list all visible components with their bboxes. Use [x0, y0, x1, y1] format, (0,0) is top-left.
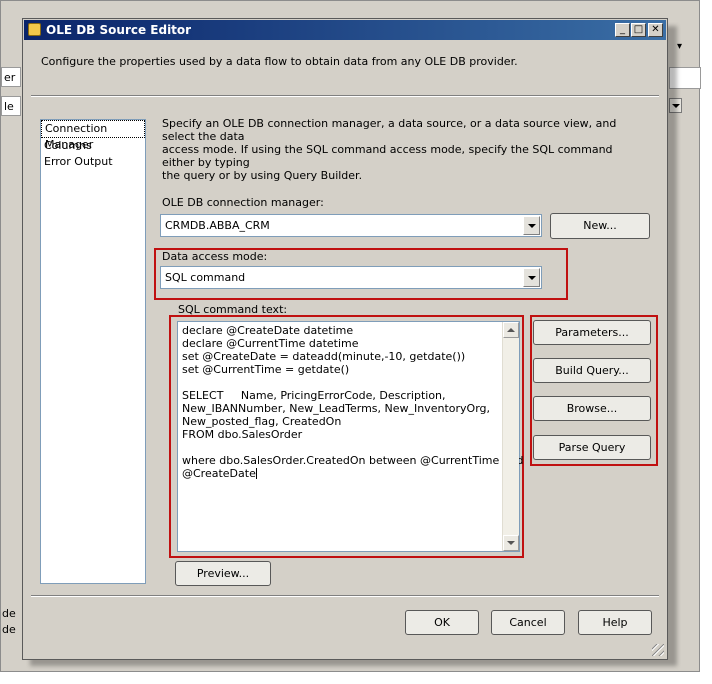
chevron-down-icon: [528, 276, 536, 280]
instructions-line: Specify an OLE DB connection manager, a …: [162, 117, 617, 143]
sql-line: FROM dbo.SalesOrder: [182, 428, 303, 441]
sql-line: declare @CurrentTime datetime: [182, 337, 359, 350]
data-access-mode-value: SQL command: [165, 271, 246, 284]
sql-command-textarea[interactable]: declare @CreateDate datetime declare @Cu…: [177, 321, 524, 552]
parameters-button[interactable]: Parameters...: [533, 320, 651, 345]
data-access-mode-select[interactable]: SQL command: [160, 266, 542, 289]
footer-divider: [31, 595, 659, 597]
sql-line: [182, 376, 502, 389]
sql-vertical-scrollbar[interactable]: [502, 322, 519, 551]
chevron-down-icon: [528, 224, 536, 228]
sql-line-text: @CreateDate: [182, 467, 256, 480]
connection-dropdown-button[interactable]: [523, 216, 540, 235]
build-query-button[interactable]: Build Query...: [533, 358, 651, 383]
background-field: le: [1, 96, 21, 116]
cancel-button[interactable]: Cancel: [491, 610, 565, 635]
background-field: de de: [1, 601, 21, 641]
close-icon: ✕: [651, 24, 660, 35]
sql-line: SELECT Name, PricingErrorCode, Descripti…: [182, 389, 446, 402]
close-button[interactable]: ✕: [648, 23, 663, 37]
sql-line: [182, 441, 502, 454]
maximize-icon: □: [633, 24, 644, 35]
window-title: OLE DB Source Editor: [46, 23, 192, 37]
resize-grip-icon[interactable]: [652, 644, 664, 656]
text-caret: [255, 468, 257, 479]
background-text: le: [4, 100, 14, 113]
minimize-icon: _: [620, 24, 625, 35]
sql-line: set @CurrentTime = getdate(): [182, 363, 350, 376]
sql-line: set @CreateDate = dateadd(minute,-10, ge…: [182, 350, 466, 363]
nav-item-connection-manager[interactable]: Connection Manager: [41, 120, 145, 151]
background-text: er: [4, 71, 16, 84]
scroll-up-button[interactable]: [503, 322, 519, 338]
sql-line: declare @CreateDate datetime: [182, 324, 354, 337]
background-dropdown-icon[interactable]: ▾: [677, 41, 682, 52]
sql-line: New_posted_flag, CreatedOn: [182, 415, 342, 428]
sql-line: where dbo.SalesOrder.CreatedOn between @…: [182, 454, 524, 467]
nav-item-error-output[interactable]: Error Output: [41, 154, 145, 170]
divider: [31, 95, 659, 97]
minimize-button[interactable]: _: [615, 23, 630, 37]
background-text: de: [2, 623, 16, 636]
new-connection-button[interactable]: New...: [550, 213, 650, 239]
sql-text: declare @CreateDate datetime declare @Cu…: [182, 324, 524, 480]
sql-line: @CreateDate: [182, 467, 502, 480]
connection-manager-value: CRMDB.ABBA_CRM: [165, 219, 270, 232]
app-icon: [28, 23, 41, 36]
sql-line: New_IBANNumber, New_LeadTerms, New_Inven…: [182, 402, 491, 415]
background-field: er: [1, 67, 21, 87]
maximize-button[interactable]: □: [631, 23, 646, 37]
instructions-text: Specify an OLE DB connection manager, a …: [162, 117, 642, 182]
connection-manager-label: OLE DB connection manager:: [162, 196, 324, 209]
help-button[interactable]: Help: [578, 610, 652, 635]
background-text: de: [2, 607, 16, 620]
dialog-description: Configure the properties used by a data …: [41, 55, 518, 68]
connection-manager-select[interactable]: CRMDB.ABBA_CRM: [160, 214, 542, 237]
title-bar[interactable]: OLE DB Source Editor _ □ ✕: [24, 20, 666, 40]
arrow-down-icon: [507, 541, 515, 545]
browse-button[interactable]: Browse...: [533, 396, 651, 421]
data-access-mode-label: Data access mode:: [162, 250, 268, 263]
parse-query-button[interactable]: Parse Query: [533, 435, 651, 460]
ok-button[interactable]: OK: [405, 610, 479, 635]
instructions-line: the query or by using Query Builder.: [162, 169, 363, 182]
arrow-up-icon: [507, 328, 515, 332]
scroll-down-button[interactable]: [503, 535, 519, 551]
ole-db-source-editor-dialog: OLE DB Source Editor _ □ ✕ Configure the…: [22, 18, 668, 660]
page-nav-list: Connection Manager Columns Error Output: [40, 119, 146, 584]
access-mode-dropdown-button[interactable]: [523, 268, 540, 287]
instructions-line: access mode. If using the SQL command ac…: [162, 143, 613, 169]
preview-button[interactable]: Preview...: [175, 561, 271, 586]
